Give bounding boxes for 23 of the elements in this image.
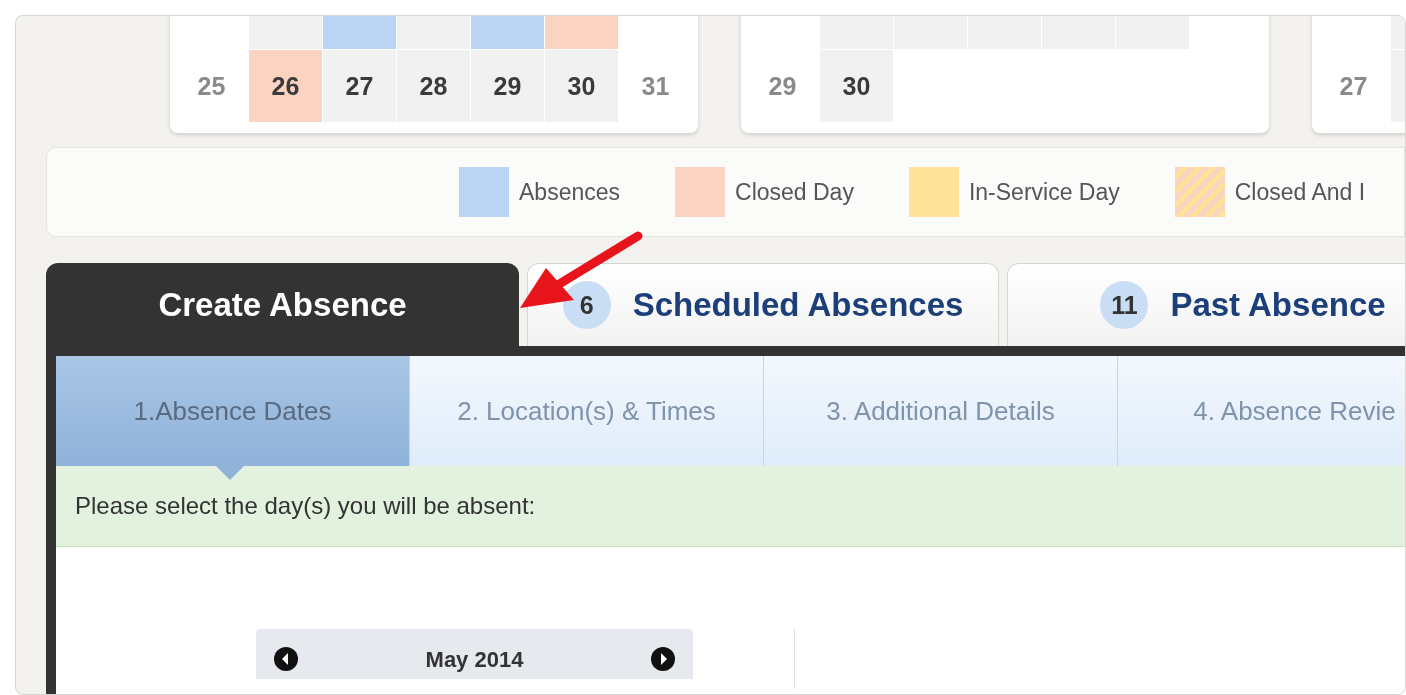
- legend-label: In-Service Day: [968, 178, 1120, 206]
- calendar-day[interactable]: 29: [471, 50, 544, 122]
- count-badge: 11: [1100, 281, 1149, 329]
- tab[interactable]: 6 Scheduled Absences: [527, 263, 999, 346]
- calendar-day[interactable]: 30: [545, 50, 618, 122]
- tab-label: Scheduled Absences: [632, 286, 964, 324]
- legend-label: Closed Day: [735, 178, 854, 206]
- calendar-day[interactable]: 27: [323, 50, 396, 122]
- count-badge: 6: [562, 281, 611, 329]
- calendar-day[interactable]: 26: [249, 50, 322, 122]
- calendar-day[interactable]: 28: [397, 50, 470, 122]
- tab[interactable]: Create Absence: [46, 263, 519, 346]
- calendar-day[interactable]: 30: [820, 50, 893, 122]
- month-title: May 2014: [425, 647, 524, 673]
- legend-label: Absences: [519, 178, 620, 206]
- tab-label: Create Absence: [158, 285, 407, 324]
- instruction-text: Please select the day(s) you will be absent:: [75, 492, 536, 520]
- step-pointer-icon: [216, 466, 244, 480]
- next-month-icon[interactable]: [651, 647, 675, 671]
- tab[interactable]: 11 Past Absence: [1007, 263, 1405, 346]
- previous-month-icon[interactable]: [274, 647, 298, 671]
- legend-label: Closed And I: [1234, 178, 1366, 206]
- tab-label: Past Absence: [1170, 286, 1386, 324]
